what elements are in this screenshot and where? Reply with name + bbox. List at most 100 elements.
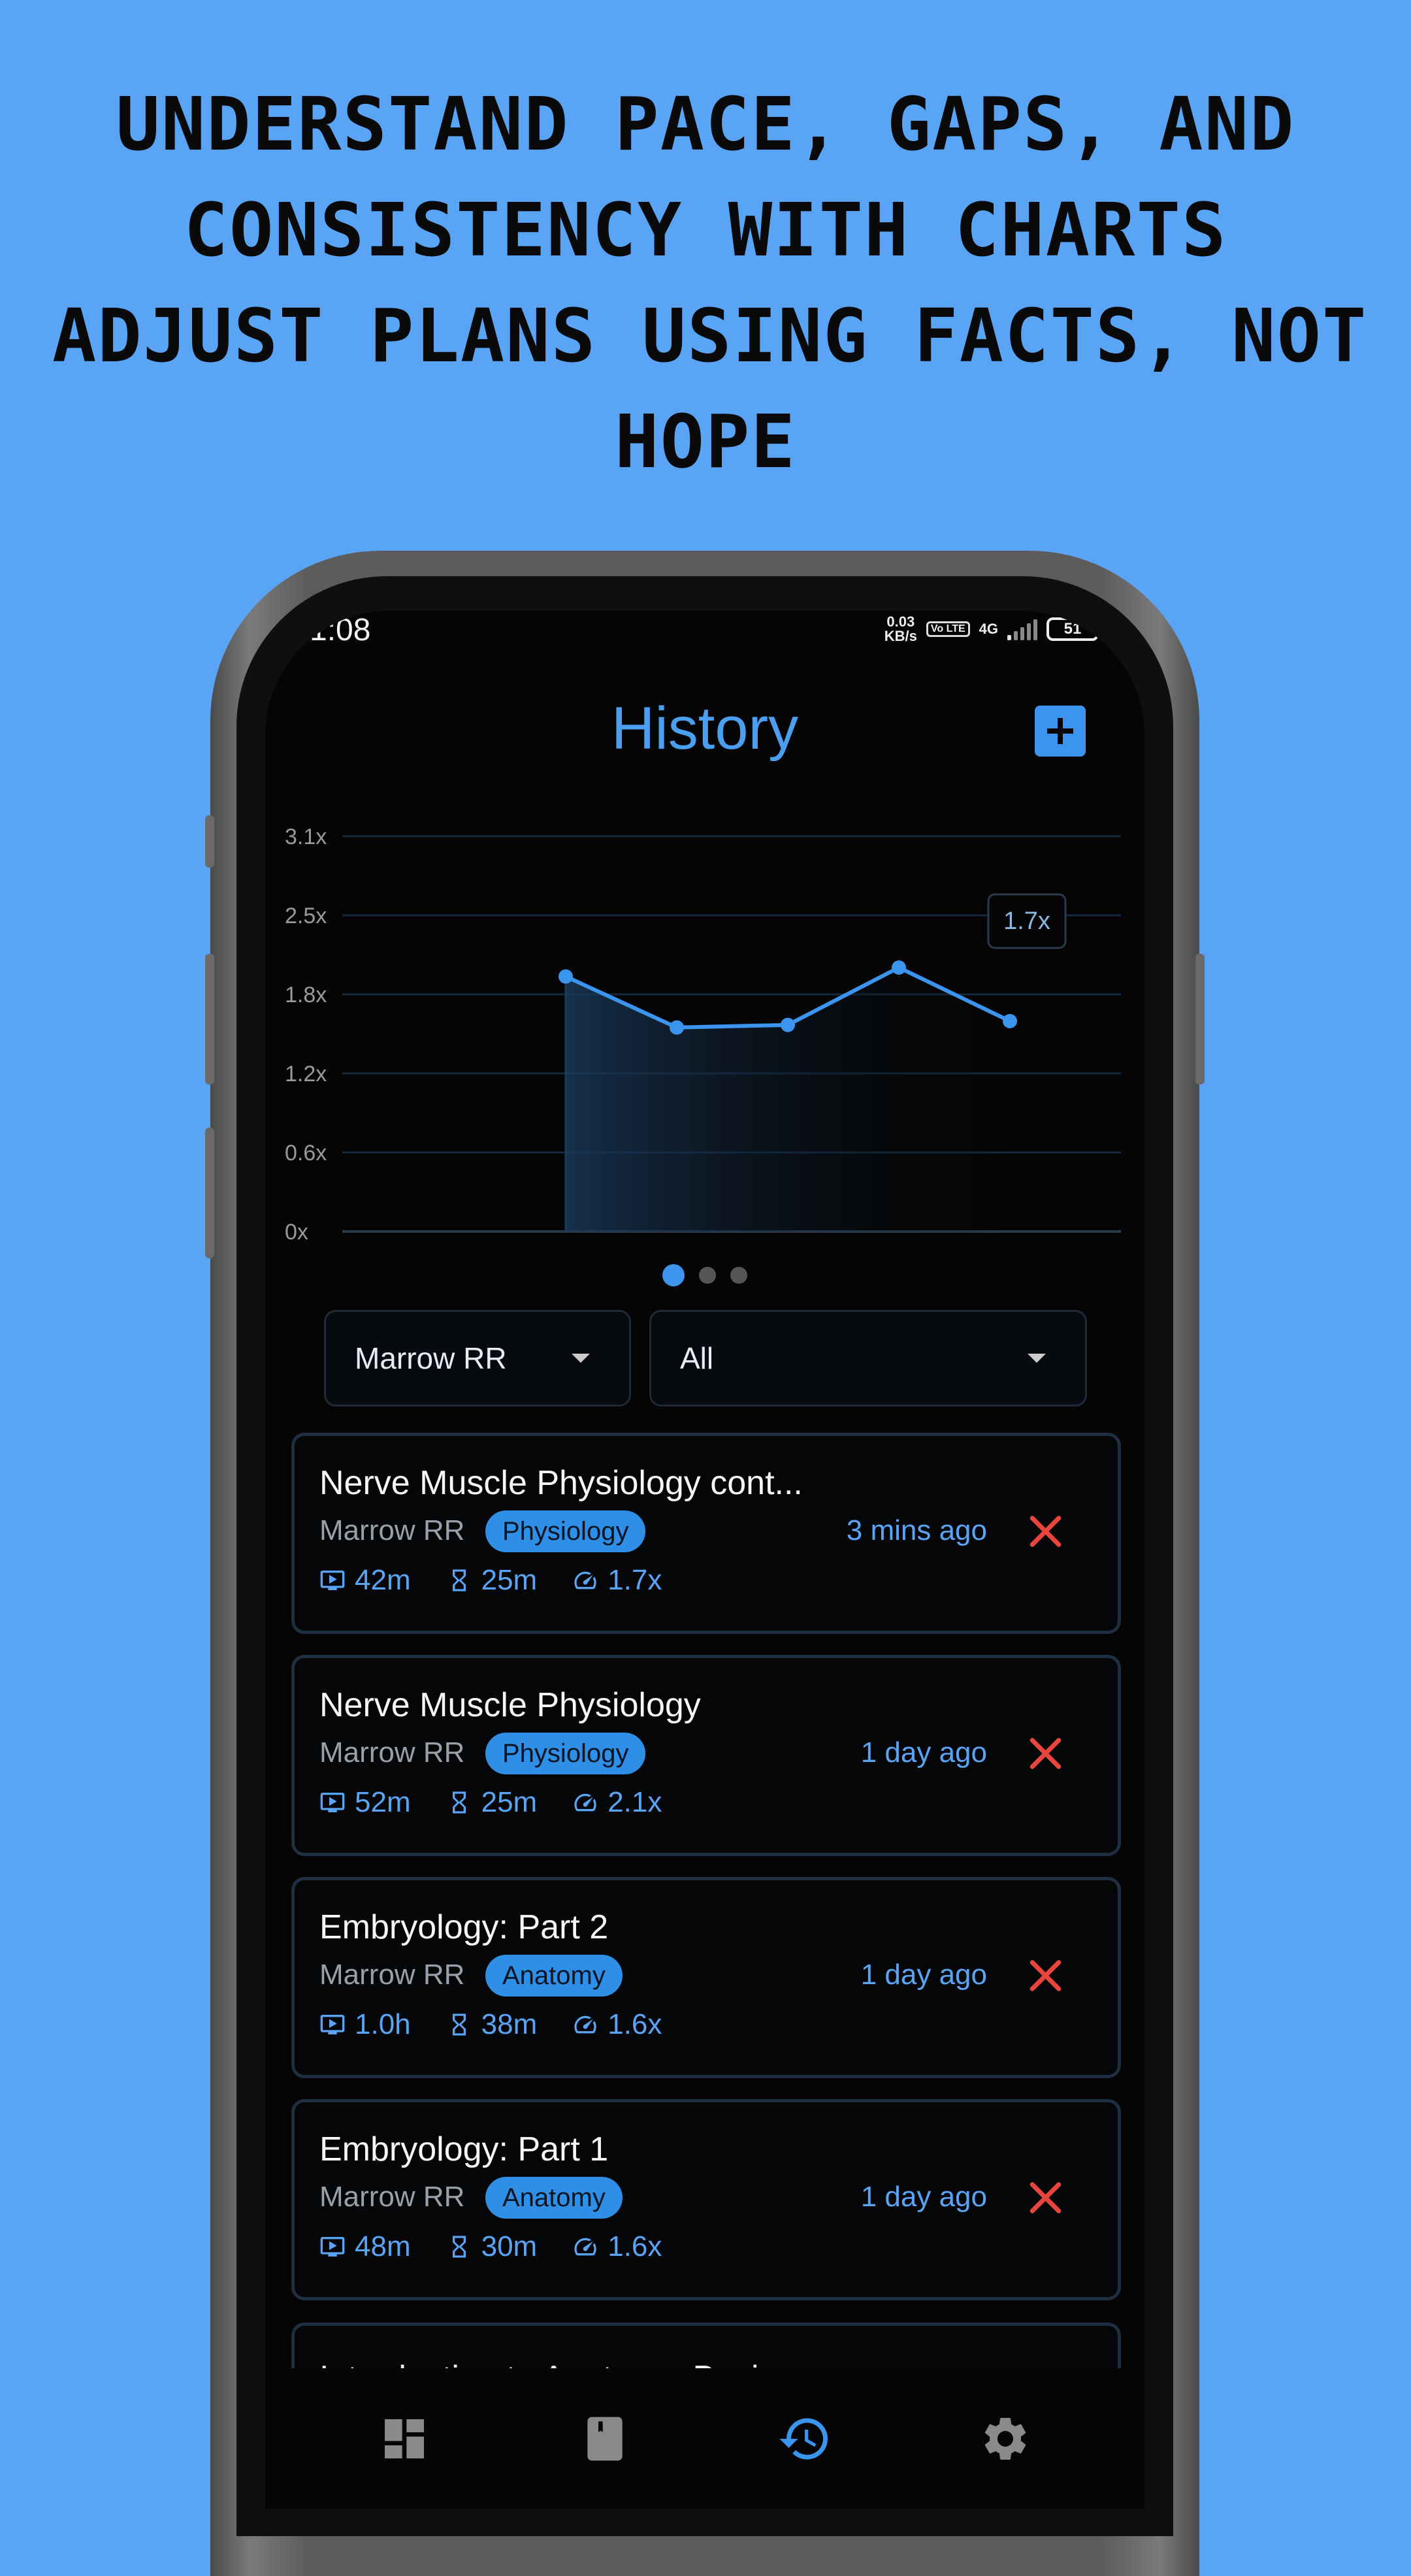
session-time-ago: 3 mins ago — [846, 1514, 987, 1546]
speedometer-icon — [574, 1793, 596, 1812]
video-icon — [320, 1571, 345, 1590]
network-speed-unit: KB/s — [884, 628, 917, 644]
y-tick-label: 3.1x — [285, 824, 327, 849]
volte-icon: Vo LTE — [926, 621, 970, 637]
time-spent-stat: 30m — [446, 2230, 538, 2263]
delete-icon[interactable] — [1028, 1957, 1064, 1994]
y-tick-label: 1.2x — [285, 1062, 327, 1086]
session-stats: 1.0h 38m 1.6x — [319, 2008, 697, 2041]
battery-icon: 51 — [1046, 617, 1103, 641]
speedometer-icon — [574, 2015, 596, 2034]
session-stats: 42m 25m 1.7x — [319, 1564, 697, 1597]
chart-data-point[interactable] — [892, 960, 906, 975]
session-card[interactable]: Nerve Muscle Physiology Marrow RR Physiolo… — [291, 1655, 1121, 1856]
app-screen: 1:08 0.03 KB/s Vo LTE 4G 51 History 3.1x… — [265, 611, 1144, 2509]
video-duration: 52m — [355, 1786, 411, 1818]
pager-dot[interactable] — [662, 1264, 685, 1286]
chart-data-point[interactable] — [670, 1020, 684, 1035]
playback-speed: 1.7x — [608, 1564, 662, 1596]
session-title: Nerve Muscle Physiology — [319, 1686, 701, 1724]
course-filter-value: Marrow RR — [355, 1341, 507, 1375]
hourglass-icon — [452, 2014, 466, 2036]
speed-stat: 2.1x — [572, 1786, 662, 1819]
session-title: Nerve Muscle Physiology cont... — [319, 1464, 803, 1502]
y-tick-label: 1.8x — [285, 983, 327, 1007]
headline-line-1: UNDERSTAND PACE, GAPS, AND — [116, 82, 1295, 167]
status-icons: 0.03 KB/s Vo LTE 4G 51 — [884, 615, 1103, 644]
chart-data-point[interactable] — [781, 1017, 795, 1032]
session-stats: 48m 30m 1.6x — [319, 2230, 697, 2263]
chart-tooltip: 1.7x — [987, 893, 1067, 949]
chart-pager[interactable] — [265, 1264, 1144, 1286]
book-icon — [587, 2417, 623, 2460]
session-stats: 52m 25m 2.1x — [319, 1786, 697, 1819]
speed-history-chart: 3.1x 2.5x 1.8x 1.2x 0.6x 0x 1.7x — [285, 824, 1121, 1245]
playback-speed: 2.1x — [608, 1786, 662, 1818]
network-speed-value: 0.03 — [886, 613, 915, 630]
headline-line-2: CONSISTENCY WITH CHARTS — [184, 188, 1227, 273]
session-course: Marrow RR — [319, 1514, 465, 1546]
video-duration: 1.0h — [355, 2008, 411, 2040]
playback-speed: 1.6x — [608, 2230, 662, 2262]
phone-volume-down — [205, 1128, 214, 1258]
signal-icon — [1007, 618, 1037, 640]
session-time-ago: 1 day ago — [860, 1959, 987, 1991]
nav-history[interactable] — [775, 2409, 834, 2468]
delete-icon[interactable] — [1028, 1513, 1064, 1550]
video-duration: 42m — [355, 1564, 411, 1596]
speed-stat: 1.7x — [572, 1564, 662, 1597]
time-spent: 38m — [481, 2008, 538, 2040]
hourglass-icon — [452, 1791, 466, 1814]
subject-filter-dropdown[interactable]: All — [649, 1310, 1087, 1407]
chart-data-point[interactable] — [559, 969, 573, 984]
subject-badge: Physiology — [485, 1733, 646, 1774]
marketing-headline: UNDERSTAND PACE, GAPS, AND CONSISTENCY W… — [52, 72, 1368, 495]
course-filter-dropdown[interactable]: Marrow RR — [324, 1310, 631, 1407]
video-icon — [320, 2237, 345, 2257]
session-course: Marrow RR — [319, 1959, 465, 1991]
headline-line-3: ADJUST PLANS USING FACTS, NOT — [52, 294, 1368, 379]
bottom-navigation — [265, 2368, 1144, 2509]
plus-icon — [1047, 718, 1073, 744]
time-spent-stat: 25m — [446, 1564, 538, 1597]
phone-side-button — [205, 815, 214, 868]
time-spent: 25m — [481, 1564, 538, 1596]
hourglass-icon — [452, 1569, 466, 1591]
add-session-button[interactable] — [1035, 706, 1086, 757]
video-duration: 48m — [355, 2230, 411, 2262]
nav-settings[interactable] — [976, 2409, 1035, 2468]
session-card[interactable]: Embryology: Part 2 Marrow RR Anatomy 1 day … — [291, 1877, 1121, 2078]
video-icon — [320, 2015, 345, 2034]
video-duration-stat: 42m — [319, 1564, 411, 1597]
nav-library[interactable] — [576, 2409, 634, 2468]
session-card[interactable]: Nerve Muscle Physiology cont... Marrow RR… — [291, 1433, 1121, 1634]
nav-dashboard[interactable] — [375, 2409, 434, 2468]
dashboard-icon — [385, 2419, 425, 2458]
status-time: 1:08 — [310, 613, 371, 647]
hourglass-icon — [452, 2236, 466, 2258]
y-tick-label: 0.6x — [285, 1141, 327, 1166]
battery-level: 51 — [1063, 620, 1082, 638]
time-spent-stat: 38m — [446, 2008, 538, 2041]
video-duration-stat: 48m — [319, 2230, 411, 2263]
time-spent: 30m — [481, 2230, 538, 2262]
pager-dot[interactable] — [730, 1267, 747, 1284]
session-course: Marrow RR — [319, 1736, 465, 1769]
chevron-down-icon — [1028, 1354, 1046, 1363]
speed-stat: 1.6x — [572, 2008, 662, 2041]
video-duration-stat: 1.0h — [319, 2008, 411, 2041]
chart-data-point[interactable] — [1003, 1013, 1017, 1028]
pager-dot[interactable] — [699, 1267, 716, 1284]
y-tick-label: 0x — [285, 1220, 308, 1245]
chevron-down-icon — [572, 1354, 590, 1363]
page-title: History — [611, 695, 799, 762]
session-time-ago: 1 day ago — [860, 2181, 987, 2213]
delete-icon[interactable] — [1028, 1735, 1064, 1772]
session-time-ago: 1 day ago — [860, 1736, 987, 1769]
subject-badge: Anatomy — [485, 1955, 623, 1997]
network-speed: 0.03 KB/s — [884, 615, 917, 644]
session-course: Marrow RR — [319, 2181, 465, 2213]
delete-icon[interactable] — [1028, 2179, 1064, 2216]
subject-badge: Anatomy — [485, 2177, 623, 2219]
session-card[interactable]: Embryology: Part 1 Marrow RR Anatomy 1 day … — [291, 2099, 1121, 2300]
